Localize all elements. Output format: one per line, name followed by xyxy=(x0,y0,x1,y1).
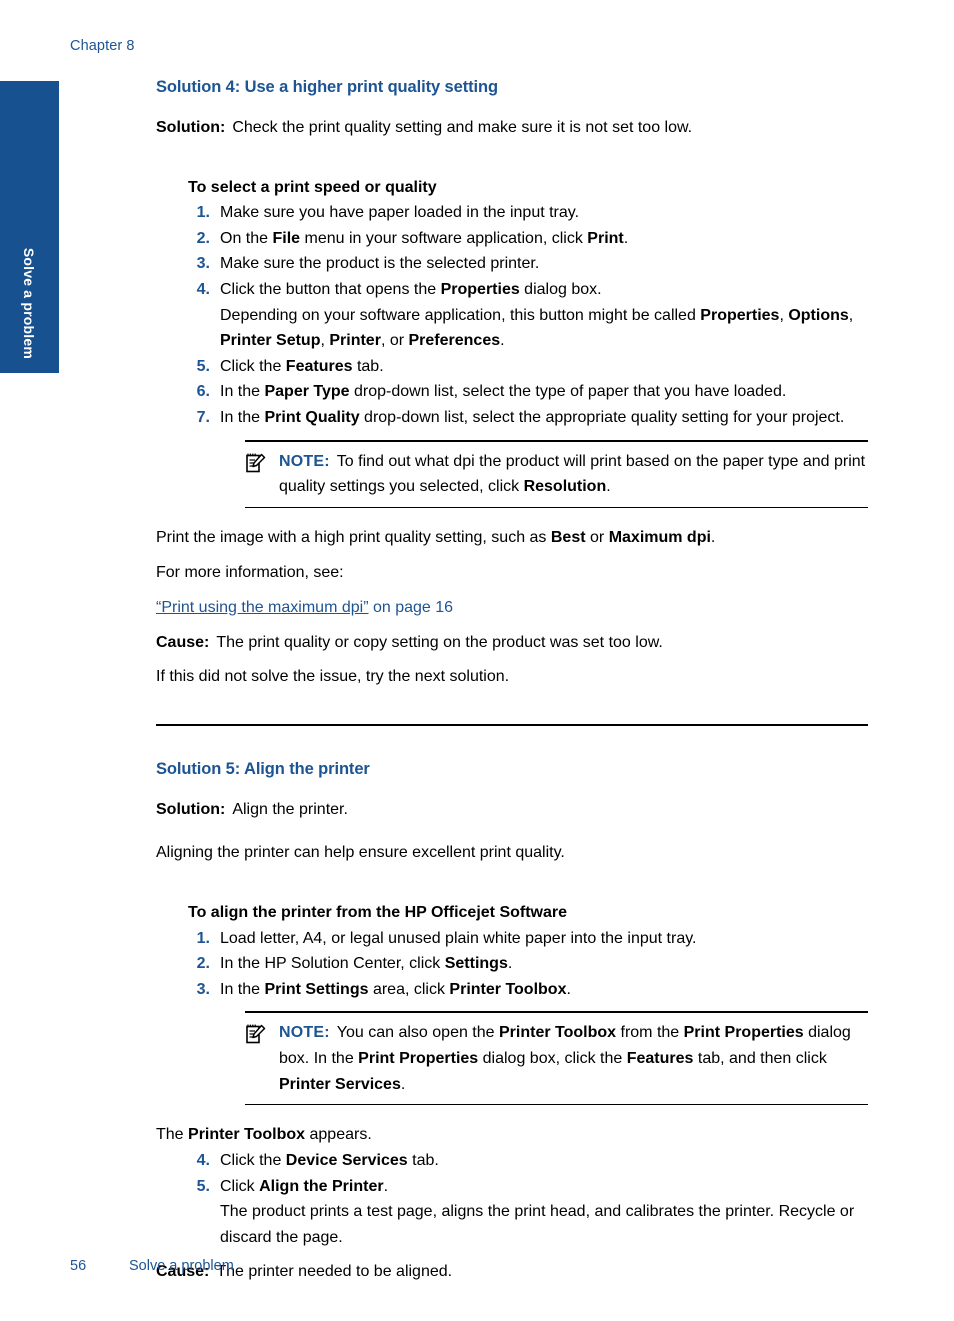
cross-reference-link[interactable]: “Print using the maximum dpi” on page 16 xyxy=(156,599,453,616)
step-text: Load letter, A4, or legal unused plain w… xyxy=(220,929,697,947)
section-heading-solution-5: Solution 5: Align the printer xyxy=(156,760,370,779)
step-text: In the Print Settings area, click Printe… xyxy=(220,980,571,998)
note-pencil-icon xyxy=(245,452,267,474)
cross-reference-link-line: “Print using the maximum dpi” on page 16 xyxy=(156,595,868,621)
steps-list-solution-5-b: 4. Click the Device Services tab. 5. Cli… xyxy=(156,1148,868,1250)
step-text: On the File menu in your software applic… xyxy=(220,229,629,247)
step-number: 4. xyxy=(196,281,210,299)
cross-reference-link-title: “Print using the maximum dpi” xyxy=(156,598,369,616)
solution-statement-4: Solution: Check the print quality setting… xyxy=(156,115,868,141)
step-number: 5. xyxy=(196,357,210,375)
step-text: In the Print Quality drop-down list, sel… xyxy=(220,409,845,427)
side-thumb-tab: Solve a problem xyxy=(0,81,59,373)
step-text: In the HP Solution Center, click Setting… xyxy=(220,955,513,973)
step-number: 7. xyxy=(196,409,210,427)
solution-statement-5: Solution: Align the printer. xyxy=(156,797,868,823)
printer-toolbox-appears-line: The Printer Toolbox appears. xyxy=(156,1126,372,1144)
steps-list-solution-5-a: 1. Load letter, A4, or legal unused plai… xyxy=(156,926,868,1003)
step-number: 3. xyxy=(196,980,210,998)
solution-label-5: Solution: xyxy=(156,801,226,819)
list-item: 7. In the Print Quality drop-down list, … xyxy=(188,405,868,431)
list-item: 1. Make sure you have paper loaded in th… xyxy=(188,200,868,226)
list-item: 3. In the Print Settings area, click Pri… xyxy=(188,977,868,1003)
procedure-heading-5: To align the printer from the HP Officej… xyxy=(188,903,568,921)
solution-text-5: Align the printer. xyxy=(232,801,348,819)
step-number: 2. xyxy=(196,229,210,247)
step-number: 6. xyxy=(196,383,210,401)
step-text: Click the button that opens the Properti… xyxy=(220,281,602,299)
footer-section-name: Solve a problem xyxy=(129,1258,234,1274)
step-subtext: The product prints a test page, aligns t… xyxy=(220,1203,855,1246)
list-item: 4. Click the button that opens the Prope… xyxy=(188,277,868,354)
cause-statement-4: Cause: The print quality or copy setting … xyxy=(156,630,868,656)
after-note-line-1: Print the image with a high print qualit… xyxy=(156,528,716,546)
list-item: 2. In the HP Solution Center, click Sett… xyxy=(188,951,868,977)
step-text: Make sure you have paper loaded in the i… xyxy=(220,204,580,222)
procedure-heading-4: To select a print speed or quality xyxy=(188,178,437,196)
step-number: 3. xyxy=(196,255,210,273)
step-number: 4. xyxy=(196,1152,210,1170)
chapter-label: Chapter 8 xyxy=(70,38,135,54)
note-content: NOTE: You can also open the Printer Toolb… xyxy=(245,1020,868,1097)
step-number: 2. xyxy=(196,955,210,973)
document-page: Chapter 8 Solve a problem Solution 4: Us… xyxy=(0,0,954,1321)
list-item: 5. Click the Features tab. xyxy=(188,354,868,380)
steps-list-solution-4: 1. Make sure you have paper loaded in th… xyxy=(156,200,868,430)
next-solution-trailer: If this did not solve the issue, try the… xyxy=(156,668,510,686)
step-text: Make sure the product is the selected pr… xyxy=(220,255,540,273)
step-number: 1. xyxy=(196,929,210,947)
list-item: 4. Click the Device Services tab. xyxy=(188,1148,868,1174)
note-text: You can also open the Printer Toolbox fr… xyxy=(279,1024,851,1093)
note-pencil-icon xyxy=(245,1023,267,1045)
page-footer: 56 Solve a problem xyxy=(70,1258,234,1274)
list-item: 5. Click Align the Printer. The product … xyxy=(188,1174,868,1251)
step-text: Click the Device Services tab. xyxy=(220,1152,439,1170)
solution-5-intro: Aligning the printer can help ensure exc… xyxy=(156,844,565,862)
cause-statement-5: Cause: The printer needed to be aligned. xyxy=(156,1259,868,1285)
note-content: NOTE: To find out what dpi the product wi… xyxy=(245,449,868,500)
step-text: Click Align the Printer. xyxy=(220,1177,389,1195)
note-box-solution-5: NOTE: You can also open the Printer Toolb… xyxy=(245,1011,868,1106)
list-item: 1. Load letter, A4, or legal unused plai… xyxy=(188,926,868,952)
cause-text-4: The print quality or copy setting on the… xyxy=(216,633,663,651)
step-text: In the Paper Type drop-down list, select… xyxy=(220,383,787,401)
note-text: To find out what dpi the product will pr… xyxy=(279,452,866,496)
cross-reference-link-suffix: on page 16 xyxy=(368,598,454,616)
note-label: NOTE: xyxy=(279,452,330,470)
list-item: 6. In the Paper Type drop-down list, sel… xyxy=(188,379,868,405)
footer-page-number: 56 xyxy=(70,1258,87,1274)
list-item: 3. Make sure the product is the selected… xyxy=(188,251,868,277)
list-item: 2. On the File menu in your software app… xyxy=(188,226,868,252)
step-number: 1. xyxy=(196,204,210,222)
step-number: 5. xyxy=(196,1177,210,1195)
side-thumb-tab-label: Solve a problem xyxy=(21,247,38,359)
section-heading-solution-4: Solution 4: Use a higher print quality s… xyxy=(156,78,498,96)
cause-label-4: Cause: xyxy=(156,633,210,651)
note-box-solution-4: NOTE: To find out what dpi the product wi… xyxy=(245,439,868,508)
page-content: Solution 4: Use a higher print quality s… xyxy=(156,78,868,1285)
solution-label-4: Solution: xyxy=(156,118,226,136)
after-note-line-2: For more information, see: xyxy=(156,563,344,581)
step-text: Click the Features tab. xyxy=(220,357,384,375)
solution-text-4: Check the print quality setting and make… xyxy=(232,118,693,136)
cause-text-5: The printer needed to be aligned. xyxy=(216,1263,453,1281)
note-label: NOTE: xyxy=(279,1024,330,1042)
step-subtext: Depending on your software application, … xyxy=(220,306,854,350)
